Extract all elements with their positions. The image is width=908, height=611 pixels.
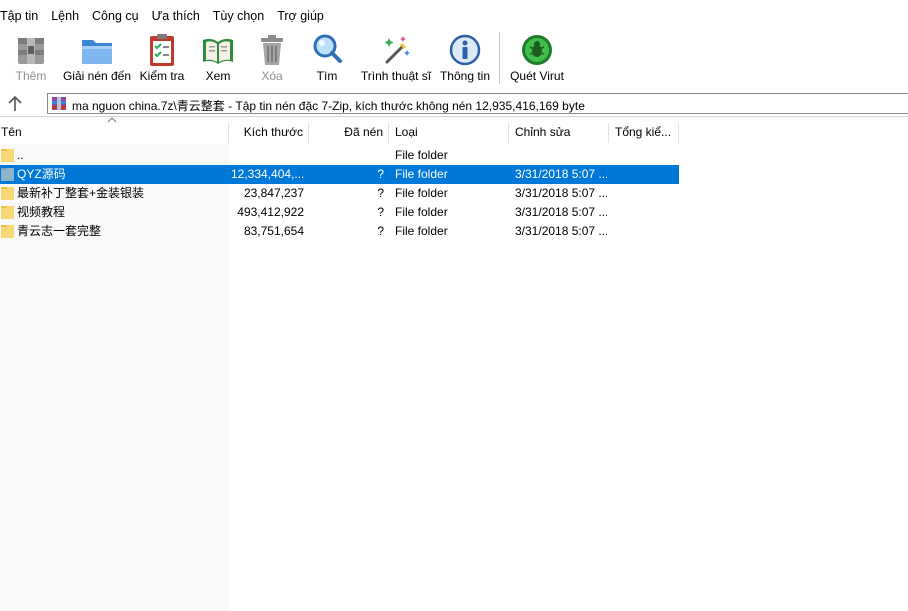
- address-bar: ma nguon china.7z\青云整套 - Tập tin nén đặc…: [0, 91, 908, 117]
- col-modified-header[interactable]: Chỉnh sửa: [509, 120, 609, 144]
- address-divider: [0, 116, 908, 117]
- col-type-header[interactable]: Loại: [389, 120, 509, 144]
- row-packed: [310, 146, 384, 165]
- find-button[interactable]: Tìm: [308, 28, 346, 86]
- row-type: File folder: [395, 167, 448, 181]
- row-modified: 3/31/2018 5:07 ...: [515, 167, 607, 181]
- table-row[interactable]: 视频教程 493,412,922 ? File folder 3/31/2018…: [0, 203, 679, 222]
- test-checklist-icon: [150, 34, 174, 66]
- extract-folder-icon: [82, 40, 112, 64]
- wizard-label: Trình thuật sĩ: [360, 69, 432, 83]
- path-field[interactable]: ma nguon china.7z\青云整套 - Tập tin nén đặc…: [47, 93, 908, 114]
- menu-help[interactable]: Trợ giúp: [277, 6, 330, 26]
- col-type-label: Loại: [395, 125, 418, 139]
- table-row[interactable]: 最新补丁整套+金装银装 23,847,237 ? File folder 3/3…: [0, 184, 679, 203]
- row-name: 视频教程: [17, 205, 66, 219]
- col-size-label: Kích thước: [243, 125, 303, 139]
- view-book-icon: [203, 38, 233, 64]
- folder-icon: [1, 206, 14, 219]
- view-button[interactable]: Xem: [198, 28, 238, 86]
- row-size: 12,334,404,...: [231, 167, 304, 181]
- virus-scan-icon: [522, 35, 552, 65]
- menu-commands[interactable]: Lệnh: [51, 6, 85, 26]
- folder-icon: [1, 168, 14, 181]
- menu-tools[interactable]: Công cụ: [92, 6, 145, 26]
- row-type: File folder: [395, 186, 448, 200]
- folder-icon: [1, 225, 14, 238]
- folder-icon: [1, 149, 14, 162]
- col-modified-label: Chỉnh sửa: [515, 125, 571, 139]
- row-modified: 3/31/2018 5:07 ...: [515, 205, 607, 219]
- row-size: 83,751,654: [243, 224, 304, 238]
- wizard-wand-icon: [384, 36, 410, 64]
- menu-favorites[interactable]: Ưa thích: [152, 6, 206, 26]
- row-type: File folder: [395, 224, 448, 238]
- add-archive-icon: [18, 38, 44, 64]
- col-total-label: Tổng kiể...: [615, 125, 672, 139]
- table-row[interactable]: 青云志一套完整 83,751,654 ? File folder 3/31/20…: [0, 222, 679, 241]
- toolbar: Thêm Giải nén đến Kiểm tra Xem Xóa Tìm T…: [0, 28, 908, 88]
- row-modified: 3/31/2018 5:07 ...: [515, 224, 607, 238]
- menu-bar: Tập tin Lệnh Công cụ Ưa thích Tùy chọn T…: [0, 6, 908, 26]
- menu-options[interactable]: Tùy chọn: [213, 6, 270, 26]
- archive-icon: [52, 97, 66, 110]
- wizard-button[interactable]: Trình thuật sĩ: [361, 28, 431, 86]
- row-size: 23,847,237: [243, 186, 304, 200]
- row-packed: ?: [377, 186, 384, 200]
- up-arrow-icon[interactable]: [4, 94, 26, 114]
- col-divider: [678, 123, 679, 143]
- delete-button[interactable]: Xóa: [254, 28, 290, 86]
- extract-label: Giải nén đến: [62, 69, 132, 83]
- info-button[interactable]: Thông tin: [440, 28, 490, 86]
- row-packed: ?: [377, 205, 384, 219]
- row-name: QYZ源码: [17, 167, 66, 181]
- extract-button[interactable]: Giải nén đến: [63, 28, 131, 86]
- row-name: ..: [17, 148, 24, 162]
- row-type: File folder: [395, 148, 448, 162]
- view-label: Xem: [205, 69, 231, 83]
- test-label: Kiểm tra: [139, 69, 185, 83]
- folder-icon: [1, 187, 14, 200]
- add-label: Thêm: [15, 69, 47, 83]
- menu-file[interactable]: Tập tin: [0, 6, 44, 26]
- info-label: Thông tin: [439, 69, 491, 83]
- row-type: File folder: [395, 205, 448, 219]
- row-modified: [515, 146, 607, 165]
- row-size: 493,412,922: [237, 205, 304, 219]
- col-name-header[interactable]: Tên: [0, 117, 229, 144]
- row-packed: ?: [377, 167, 384, 181]
- find-label: Tìm: [316, 69, 338, 83]
- row-name: 最新补丁整套+金装银装: [17, 186, 145, 200]
- row-size: [231, 146, 304, 165]
- table-row-parent[interactable]: .. File folder: [0, 146, 679, 165]
- sort-ascending-icon: [107, 117, 117, 123]
- magnifier-icon: [313, 34, 342, 63]
- test-button[interactable]: Kiểm tra: [140, 28, 184, 86]
- add-button[interactable]: Thêm: [10, 28, 52, 86]
- col-packed-header[interactable]: Đã nén: [309, 120, 389, 144]
- file-list: Tên Kích thước Đã nén Loại Chỉnh sửa Tổn…: [0, 117, 908, 611]
- info-icon: [449, 34, 481, 66]
- row-name: 青云志一套完整: [17, 224, 102, 238]
- list-header: Tên Kích thước Đã nén Loại Chỉnh sửa Tổn…: [0, 117, 908, 144]
- trash-icon: [261, 35, 283, 65]
- delete-label: Xóa: [261, 69, 283, 83]
- path-text: ma nguon china.7z\青云整套 - Tập tin nén đặc…: [72, 99, 585, 113]
- row-packed: ?: [377, 224, 384, 238]
- toolbar-separator: [499, 32, 500, 84]
- table-row-selected[interactable]: QYZ源码 12,334,404,... ? File folder 3/31/…: [0, 165, 679, 184]
- virus-scan-button[interactable]: Quét Virut: [510, 28, 564, 86]
- virus-scan-label: Quét Virut: [510, 69, 564, 83]
- col-packed-label: Đã nén: [344, 125, 383, 139]
- col-name-label: Tên: [1, 125, 22, 139]
- col-size-header[interactable]: Kích thước: [229, 120, 309, 144]
- row-modified: 3/31/2018 5:07 ...: [515, 186, 607, 200]
- col-total-header[interactable]: Tổng kiể...: [609, 120, 679, 144]
